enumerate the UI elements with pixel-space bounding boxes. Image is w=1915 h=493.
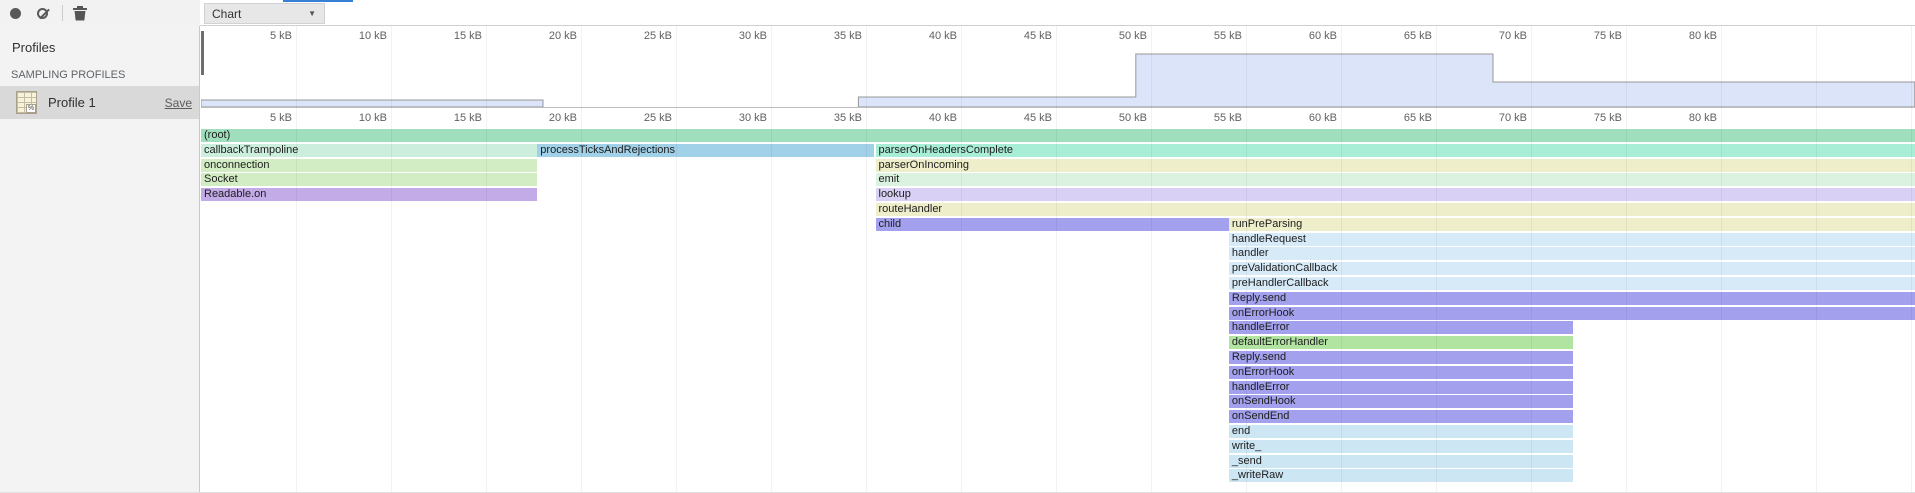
toolbar-left-section [0, 0, 200, 26]
ruler-tick-label: 20 kB [499, 30, 577, 42]
devtools-memory-panel: Chart ▼ Profiles SAMPLING PROFILES % Pro… [0, 0, 1915, 493]
ruler-tick-label: 30 kB [689, 112, 767, 124]
ruler-tick-label: 70 kB [1449, 30, 1527, 42]
profiles-sidebar: Profiles SAMPLING PROFILES % Profile 1 S… [0, 26, 200, 493]
chevron-down-icon: ▼ [308, 9, 324, 18]
ruler-tick-label: 55 kB [1164, 112, 1242, 124]
ruler-tick-label: 75 kB [1544, 30, 1622, 42]
ruler-tick-label: 10 kB [309, 112, 387, 124]
profiles-heading: Profiles [12, 40, 55, 55]
block-icon [37, 8, 48, 19]
trash-icon [73, 6, 87, 21]
delete-profile-button[interactable] [72, 0, 88, 26]
flame-frame[interactable]: write_ [1229, 440, 1573, 453]
allocation-flame-chart: (root) callbackTrampolineprocessTicksAndR… [201, 129, 1915, 493]
overview-scrollbar-thumb[interactable] [201, 31, 204, 75]
ruler-tick-label: 45 kB [974, 30, 1052, 42]
save-profile-link[interactable]: Save [165, 96, 192, 110]
ruler-tick-label: 50 kB [1069, 30, 1147, 42]
ruler-tick-label: 40 kB [879, 112, 957, 124]
flame-frame[interactable]: handleError [1229, 321, 1573, 334]
ruler-tick-label: 25 kB [594, 112, 672, 124]
ruler-tick-label: 80 kB [1639, 30, 1717, 42]
ruler-tick-label: 20 kB [499, 112, 577, 124]
flame-frame[interactable]: handleError [1229, 381, 1573, 394]
flame-frame[interactable]: emit [876, 173, 1915, 186]
flame-frame[interactable]: routeHandler [876, 203, 1915, 216]
toolbar-divider [62, 5, 63, 21]
flame-frame[interactable]: onSendEnd [1229, 410, 1573, 423]
sidebar-item-profile-1[interactable]: % Profile 1 Save [0, 86, 199, 119]
ruler-tick-label: 35 kB [784, 112, 862, 124]
flame-frame[interactable]: (root) [201, 129, 1915, 142]
flame-frame[interactable]: Readable.on [201, 188, 537, 201]
clear-profiles-button[interactable] [35, 0, 50, 26]
record-button[interactable] [9, 0, 22, 26]
ruler-tick-label: 30 kB [689, 30, 767, 42]
flame-frame[interactable]: end [1229, 425, 1573, 438]
ruler-tick-label: 5 kB [214, 30, 292, 42]
ruler-tick-label: 35 kB [784, 30, 862, 42]
sampling-profiles-section-label: SAMPLING PROFILES [11, 69, 125, 81]
flame-frame[interactable]: preHandlerCallback [1229, 277, 1915, 290]
flame-frame[interactable]: Socket [201, 173, 537, 186]
flame-frame[interactable]: defaultErrorHandler [1229, 336, 1573, 349]
ruler-tick-label: 25 kB [594, 30, 672, 42]
flame-frame[interactable]: onconnection [201, 159, 537, 172]
chart-view-select-value: Chart [205, 7, 308, 21]
ruler-tick-label: 60 kB [1259, 30, 1337, 42]
record-icon [10, 8, 21, 19]
ruler-tick-label: 5 kB [214, 112, 292, 124]
flame-frame[interactable]: _writeRaw [1229, 469, 1573, 482]
overview-area-path [201, 54, 1915, 107]
ruler-tick-label: 65 kB [1354, 30, 1432, 42]
flame-frame[interactable]: Reply.send [1229, 351, 1573, 364]
flame-frame[interactable]: onErrorHook [1229, 307, 1915, 320]
chart-view-select[interactable]: Chart ▼ [204, 3, 325, 24]
flame-frame[interactable]: onSendHook [1229, 395, 1573, 408]
allocation-chart-pane: 5 kB 10 kB 15 kB 20 kB 25 kB 30 kB 35 kB 40 kB 4… [201, 26, 1915, 493]
ruler-tick-label: 80 kB [1639, 112, 1717, 124]
ruler-tick-label: 15 kB [404, 30, 482, 42]
percent-badge: % [26, 104, 36, 113]
ruler-tick-label: 60 kB [1259, 112, 1337, 124]
flame-frame[interactable]: _send [1229, 455, 1573, 468]
ruler-tick-label: 40 kB [879, 30, 957, 42]
flame-frame[interactable]: processTicksAndRejections [537, 144, 873, 157]
flame-frame[interactable]: parserOnIncoming [876, 159, 1915, 172]
flame-frame[interactable]: callbackTrampoline [201, 144, 537, 157]
flame-frame[interactable]: handler [1229, 247, 1915, 260]
ruler-tick-label: 45 kB [974, 112, 1052, 124]
flame-frame[interactable]: runPreParsing [1229, 218, 1915, 231]
flame-frame[interactable]: child [876, 218, 1229, 231]
flame-frame[interactable]: preValidationCallback [1229, 262, 1915, 275]
flame-frame[interactable]: lookup [876, 188, 1915, 201]
profiler-toolbar: Chart ▼ [0, 0, 1915, 26]
profile-chart-icon: % [16, 91, 37, 114]
flame-frame[interactable]: handleRequest [1229, 233, 1915, 246]
pane-divider [201, 107, 1915, 108]
ruler-tick-label: 75 kB [1544, 112, 1622, 124]
ruler-tick-label: 10 kB [309, 30, 387, 42]
ruler-tick-label: 65 kB [1354, 112, 1432, 124]
flame-frame[interactable]: parserOnHeadersComplete [876, 144, 1915, 157]
flame-frame[interactable]: Reply.send [1229, 292, 1915, 305]
memory-overview-area-chart[interactable] [201, 45, 1915, 107]
ruler-tick-label: 70 kB [1449, 112, 1527, 124]
ruler-tick-label: 15 kB [404, 112, 482, 124]
profile-name: Profile 1 [48, 95, 96, 110]
blue-accent-bar [283, 0, 353, 2]
ruler-tick-label: 50 kB [1069, 112, 1147, 124]
flame-frame[interactable]: onErrorHook [1229, 366, 1573, 379]
ruler-tick-label: 55 kB [1164, 30, 1242, 42]
